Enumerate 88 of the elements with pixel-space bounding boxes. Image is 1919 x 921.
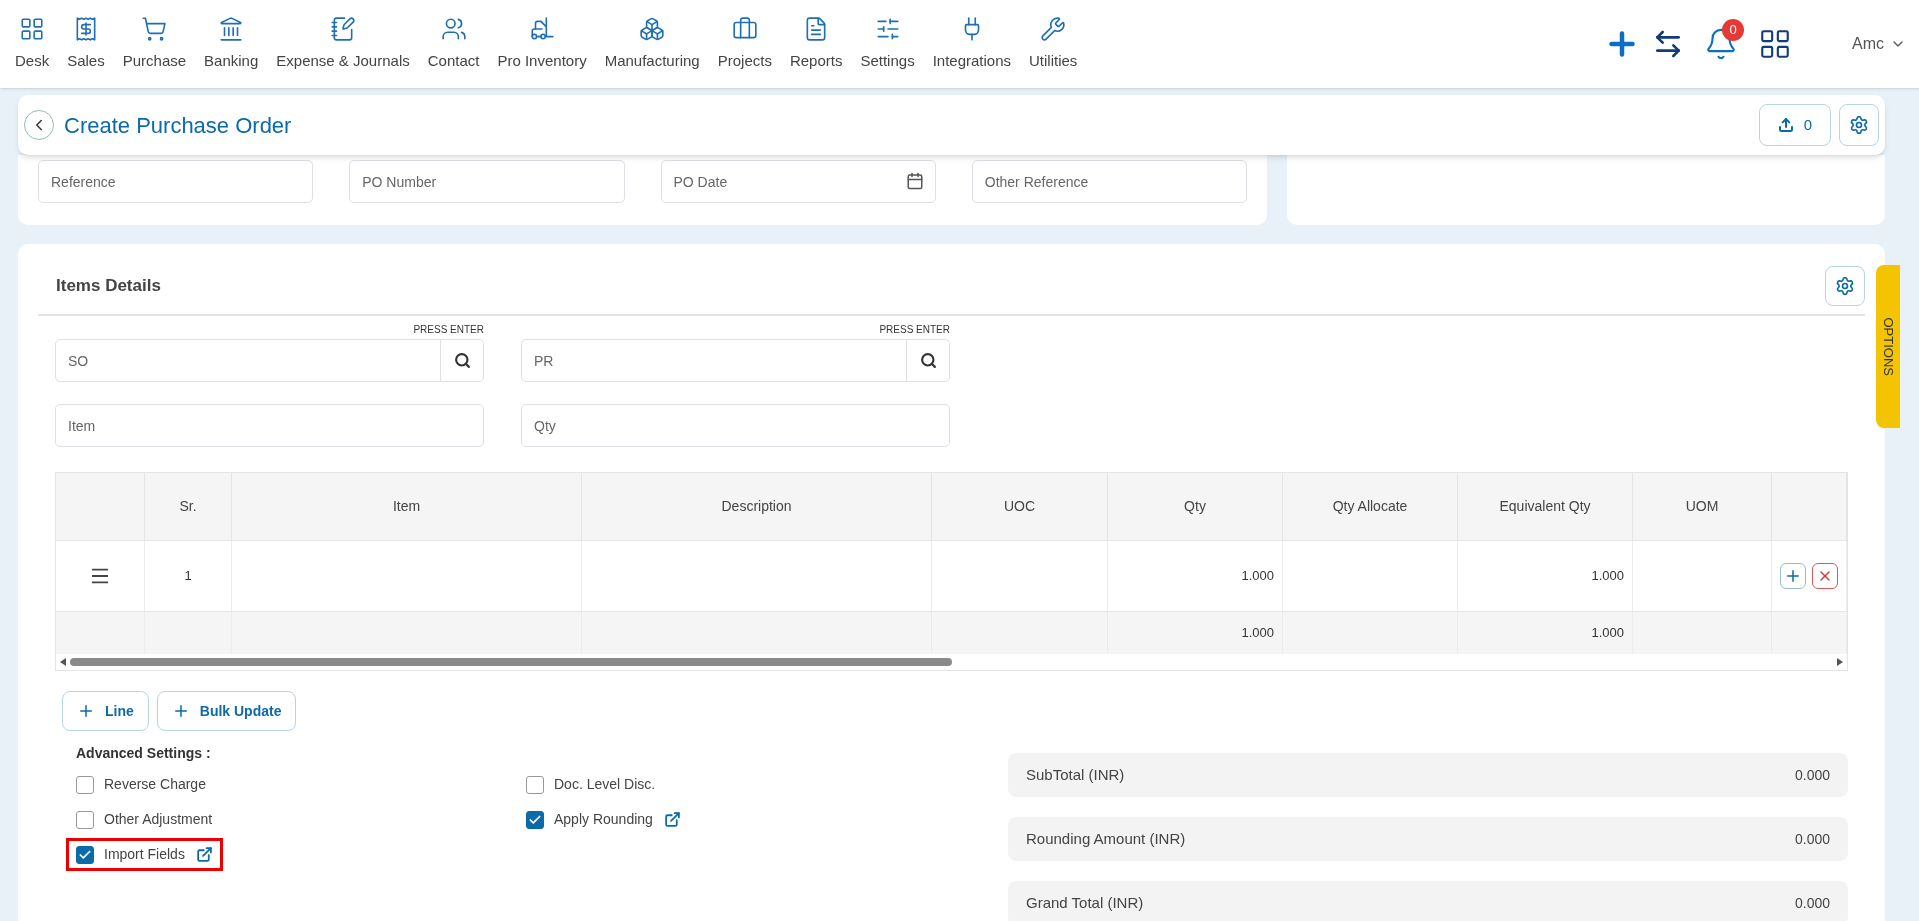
nav-item[interactable]: Settings <box>851 15 924 73</box>
nav-item[interactable]: Purchase <box>113 15 196 73</box>
checkbox-label: Doc. Level Disc. <box>554 775 657 794</box>
bell-icon[interactable] <box>1704 27 1738 61</box>
checkbox-label: Import Fields <box>104 845 185 864</box>
add-button[interactable]: Line <box>62 691 149 731</box>
nav-item[interactable]: Reports <box>780 15 852 73</box>
nav-item[interactable]: Projects <box>708 15 781 73</box>
notebook-icon <box>330 15 356 42</box>
total-cell-text: 1.000 <box>1591 624 1624 643</box>
add-button[interactable]: Bulk Update <box>156 691 297 731</box>
section-label: Advanced Settings : <box>76 744 212 763</box>
input-field[interactable]: Other Reference <box>971 160 1247 203</box>
input-field[interactable]: PO Date <box>660 160 936 203</box>
options-tab[interactable]: OPTIONS <box>1876 265 1900 428</box>
nav-item[interactable]: Desk <box>6 15 59 73</box>
checkbox[interactable] <box>76 810 94 829</box>
checkbox[interactable] <box>76 845 94 864</box>
notification-badge: 0 <box>1722 19 1744 41</box>
checkbox-label: Reverse Charge <box>104 775 207 794</box>
column-header: Description <box>721 497 792 516</box>
checkbox[interactable] <box>76 775 94 794</box>
total-label: Rounding Amount (INR) <box>1026 828 1186 849</box>
column-header: UOM <box>1685 497 1719 516</box>
search-icon <box>453 352 471 369</box>
column-header: Equivalent Qty <box>1499 497 1591 516</box>
checkbox-label: Other Adjustment <box>104 810 214 829</box>
column-header: Qty <box>1184 497 1206 516</box>
column-settings-button[interactable] <box>1825 266 1865 306</box>
settings-button[interactable] <box>1839 104 1879 146</box>
total-cell-text: 1.000 <box>1241 624 1274 643</box>
input-field[interactable]: Qty <box>521 404 950 447</box>
total-label: SubTotal (INR) <box>1026 764 1125 785</box>
total-value: 0.000 <box>1794 765 1830 785</box>
search-button[interactable] <box>907 339 950 382</box>
settings-icon <box>1835 276 1855 296</box>
nav-item[interactable]: Utilities <box>1020 15 1087 73</box>
search-button[interactable] <box>441 339 484 382</box>
column-header: Sr. <box>179 497 197 516</box>
cart-icon <box>141 15 168 42</box>
section-title: Items Details <box>56 275 161 298</box>
table-cell-text: 1 <box>184 567 192 586</box>
checkbox[interactable] <box>526 775 544 794</box>
upload-button[interactable]: 0 <box>1758 104 1831 146</box>
nav-item[interactable]: Expense & Journals <box>267 15 419 73</box>
search-icon <box>919 352 937 369</box>
calendar-icon[interactable] <box>905 172 924 190</box>
checkbox-label: Apply Rounding <box>554 810 653 829</box>
total-label: Grand Total (INR) <box>1026 892 1144 913</box>
nav-item[interactable]: Sales <box>58 15 114 73</box>
search-field[interactable]: PR <box>521 339 907 382</box>
nav-item[interactable]: Contact <box>418 15 489 73</box>
table-cell-text: 1.000 <box>1241 567 1274 586</box>
nav-item[interactable]: Pro Inventory <box>488 15 596 73</box>
scroll-left-icon[interactable] <box>60 658 66 666</box>
total-value: 0.000 <box>1794 829 1830 849</box>
upload-icon <box>1777 117 1794 133</box>
column-header: Qty Allocate <box>1332 497 1408 516</box>
people-icon <box>440 15 467 42</box>
hint-text: PRESS ENTER <box>879 323 950 337</box>
column-header: Item <box>392 497 421 516</box>
table-cell-text: 1.000 <box>1591 567 1624 586</box>
nav-item[interactable]: Manufacturing <box>595 15 709 73</box>
hint-text: PRESS ENTER <box>413 323 484 337</box>
delete-row-button[interactable] <box>1812 563 1838 589</box>
grid-icon <box>19 15 46 42</box>
checkbox[interactable] <box>526 810 544 829</box>
input-field[interactable]: Item <box>55 404 484 447</box>
wrench-icon <box>1040 15 1067 42</box>
column-header: UOC <box>1003 497 1036 516</box>
apps-grid-icon[interactable] <box>1758 27 1792 61</box>
add-row-button[interactable] <box>1780 563 1806 589</box>
total-value: 0.000 <box>1794 893 1830 913</box>
plus-icon <box>77 702 95 720</box>
forklift-icon <box>529 15 556 42</box>
user-menu[interactable]: Amc <box>1852 32 1906 56</box>
nav-item[interactable]: Banking <box>195 15 268 73</box>
scroll-right-icon[interactable] <box>1837 658 1843 666</box>
plus-icon <box>1784 567 1802 585</box>
external-link-icon[interactable] <box>663 811 681 828</box>
settings-icon <box>1849 115 1869 135</box>
input-field[interactable]: Reference <box>38 160 314 203</box>
nav-item[interactable]: Integrations <box>923 15 1021 73</box>
page-title: Create Purchase Order <box>64 111 292 140</box>
boxes-icon <box>639 15 666 42</box>
external-link-icon[interactable] <box>195 846 213 863</box>
search-field[interactable]: SO <box>55 339 441 382</box>
input-field[interactable]: PO Number <box>349 160 625 203</box>
